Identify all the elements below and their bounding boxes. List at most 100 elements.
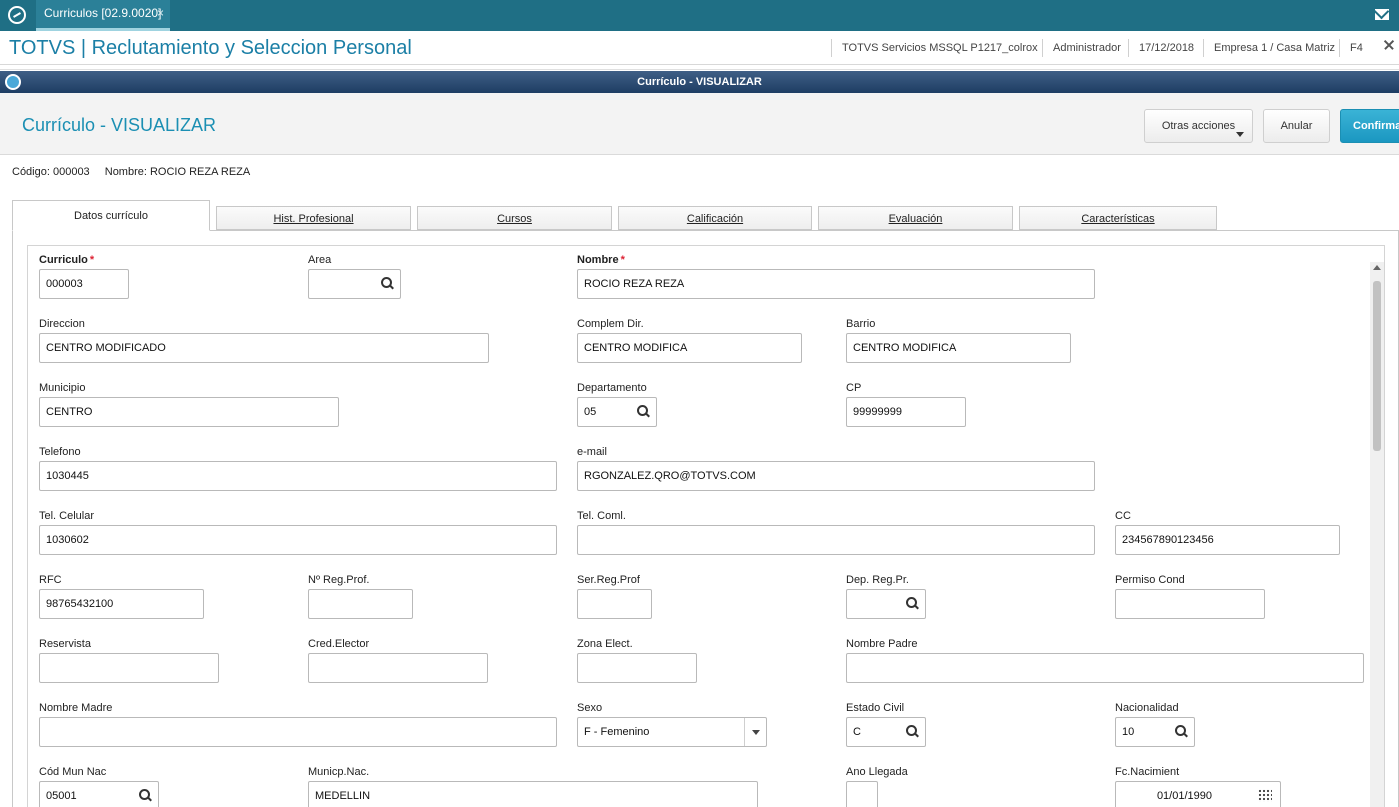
- date-info: 17/12/2018: [1128, 39, 1194, 57]
- totvs-logo-icon[interactable]: [8, 6, 26, 24]
- tel-coml-input[interactable]: [577, 525, 1095, 555]
- cc-input[interactable]: 234567890123456: [1115, 525, 1340, 555]
- barrio-input[interactable]: CENTRO MODIFICA: [846, 333, 1071, 363]
- dialog-title: Currículo - VISUALIZAR: [22, 115, 217, 135]
- email-label: e-mail: [577, 446, 607, 458]
- fc-naciment-input[interactable]: 01/01/1990: [1115, 781, 1281, 807]
- collapse-icon[interactable]: [1383, 40, 1393, 50]
- tab-hist-profesional[interactable]: Hist. Profesional: [216, 206, 411, 230]
- reg-prof-input[interactable]: [308, 589, 413, 619]
- nombre-label: Nombre *: [577, 254, 625, 266]
- cred-elector-input[interactable]: [308, 653, 488, 683]
- divider: [0, 66, 1399, 70]
- reservista-input[interactable]: [39, 653, 219, 683]
- telefono-label: Telefono: [39, 446, 81, 458]
- user-info: Administrador: [1042, 39, 1121, 57]
- email-input[interactable]: RGONZALEZ.QRO@TOTVS.COM: [577, 461, 1095, 491]
- zona-elect-label: Zona Elect.: [577, 638, 633, 650]
- chevron-down-icon[interactable]: [744, 718, 766, 746]
- estado-civil-input[interactable]: C: [846, 717, 926, 747]
- curriculo-input[interactable]: 000003: [39, 269, 129, 299]
- window-logo-icon: [5, 74, 21, 90]
- search-icon[interactable]: [637, 405, 649, 417]
- tab-calificacion[interactable]: Calificación: [618, 206, 812, 230]
- close-icon[interactable]: ×: [157, 0, 164, 27]
- fc-naciment-label: Fc.Nacimient: [1115, 766, 1180, 778]
- curriculo-label: Curriculo *: [39, 254, 95, 266]
- area-input[interactable]: [308, 269, 401, 299]
- nombre-input[interactable]: ROCIO REZA REZA: [577, 269, 1095, 299]
- app-title-bar: TOTVS | Reclutamiento y Seleccion Person…: [0, 31, 1399, 65]
- reservista-label: Reservista: [39, 638, 91, 650]
- search-icon[interactable]: [1175, 725, 1187, 737]
- barrio-label: Barrio: [846, 318, 876, 330]
- other-actions-button[interactable]: Otras acciones: [1144, 109, 1253, 143]
- municp-nac-label: Municp.Nac.: [308, 766, 370, 778]
- departamento-label: Departamento: [577, 382, 647, 394]
- program-tab[interactable]: Curriculos [02.9.0020] ×: [36, 0, 170, 31]
- record-summary: Código: 000003 Nombre: ROCIO REZA REZA: [12, 166, 262, 178]
- nombre-padre-label: Nombre Padre: [846, 638, 918, 650]
- window-title: Currículo - VISUALIZAR: [637, 76, 762, 88]
- ser-reg-prof-input[interactable]: [577, 589, 652, 619]
- nombre-madre-input[interactable]: [39, 717, 557, 747]
- tab-datos-curriculo[interactable]: Datos currículo: [12, 200, 210, 231]
- record-code: Código: 000003: [12, 166, 90, 178]
- cod-mun-nac-label: Cód Mun Nac: [39, 766, 107, 778]
- area-label: Area: [308, 254, 332, 266]
- record-name: Nombre: ROCIO REZA REZA: [104, 166, 251, 178]
- search-icon[interactable]: [906, 725, 918, 737]
- direccion-input[interactable]: CENTRO MODIFICADO: [39, 333, 489, 363]
- nacionalidad-input[interactable]: 10: [1115, 717, 1195, 747]
- cc-label: CC: [1115, 510, 1131, 522]
- ser-reg-prof-label: Ser.Reg.Prof: [577, 574, 640, 586]
- telefono-input[interactable]: 1030445: [39, 461, 557, 491]
- ano-llegada-label: Ano Llegada: [846, 766, 908, 778]
- departamento-input[interactable]: 05: [577, 397, 657, 427]
- nombre-madre-label: Nombre Madre: [39, 702, 113, 714]
- tab-evaluacion[interactable]: Evaluación: [818, 206, 1013, 230]
- confirm-button[interactable]: Confirmar: [1340, 109, 1399, 143]
- permiso-cond-input[interactable]: [1115, 589, 1265, 619]
- cod-mun-nac-input[interactable]: 05001: [39, 781, 159, 807]
- search-icon[interactable]: [381, 277, 393, 289]
- sexo-label: Sexo: [577, 702, 603, 714]
- zona-elect-input[interactable]: [577, 653, 697, 683]
- nacionalidad-label: Nacionalidad: [1115, 702, 1179, 714]
- tel-celular-label: Tel. Celular: [39, 510, 95, 522]
- scroll-thumb[interactable]: [1373, 281, 1381, 451]
- server-info: TOTVS Servicios MSSQL P1217_colrox: [831, 39, 1038, 57]
- key-info[interactable]: F4: [1339, 39, 1363, 57]
- tab-caracteristicas[interactable]: Características: [1019, 206, 1217, 230]
- direccion-label: Direccion: [39, 318, 85, 330]
- tel-celular-input[interactable]: 1030602: [39, 525, 557, 555]
- cp-input[interactable]: 99999999: [846, 397, 966, 427]
- sexo-select[interactable]: F - Femenino: [577, 717, 767, 747]
- complem-dir-label: Complem Dir.: [577, 318, 644, 330]
- search-icon[interactable]: [139, 789, 151, 801]
- form-scroll-area: Curriculo * 000003 Area Nombre * ROCIO REZ…: [27, 245, 1385, 807]
- municipio-input[interactable]: CENTRO: [39, 397, 339, 427]
- dep-reg-pr-input[interactable]: [846, 589, 926, 619]
- dialog-header: Currículo - VISUALIZAR Otras acciones An…: [0, 93, 1399, 155]
- search-icon[interactable]: [906, 597, 918, 609]
- app-title: TOTVS | Reclutamiento y Seleccion Person…: [9, 37, 412, 59]
- nombre-padre-input[interactable]: [846, 653, 1364, 683]
- cp-label: CP: [846, 382, 862, 394]
- tab-cursos[interactable]: Cursos: [417, 206, 612, 230]
- scroll-up-icon[interactable]: [1373, 265, 1381, 270]
- dep-reg-pr-label: Dep. Reg.Pr.: [846, 574, 909, 586]
- cancel-button[interactable]: Anular: [1263, 109, 1330, 143]
- other-actions-label: Otras acciones: [1161, 120, 1236, 132]
- company-info: Empresa 1 / Casa Matriz: [1203, 39, 1335, 57]
- ano-llegada-input[interactable]: [846, 781, 878, 807]
- municp-nac-input[interactable]: MEDELLIN: [308, 781, 758, 807]
- calendar-icon[interactable]: [1258, 789, 1272, 802]
- vertical-scrollbar[interactable]: [1370, 262, 1384, 807]
- tel-coml-label: Tel. Coml.: [577, 510, 626, 522]
- rfc-input[interactable]: 98765432100: [39, 589, 204, 619]
- complem-dir-input[interactable]: CENTRO MODIFICA: [577, 333, 802, 363]
- window-header: Currículo - VISUALIZAR: [0, 71, 1399, 93]
- mail-icon[interactable]: [1375, 9, 1389, 20]
- form-panel: Curriculo * 000003 Area Nombre * ROCIO REZ…: [12, 230, 1399, 807]
